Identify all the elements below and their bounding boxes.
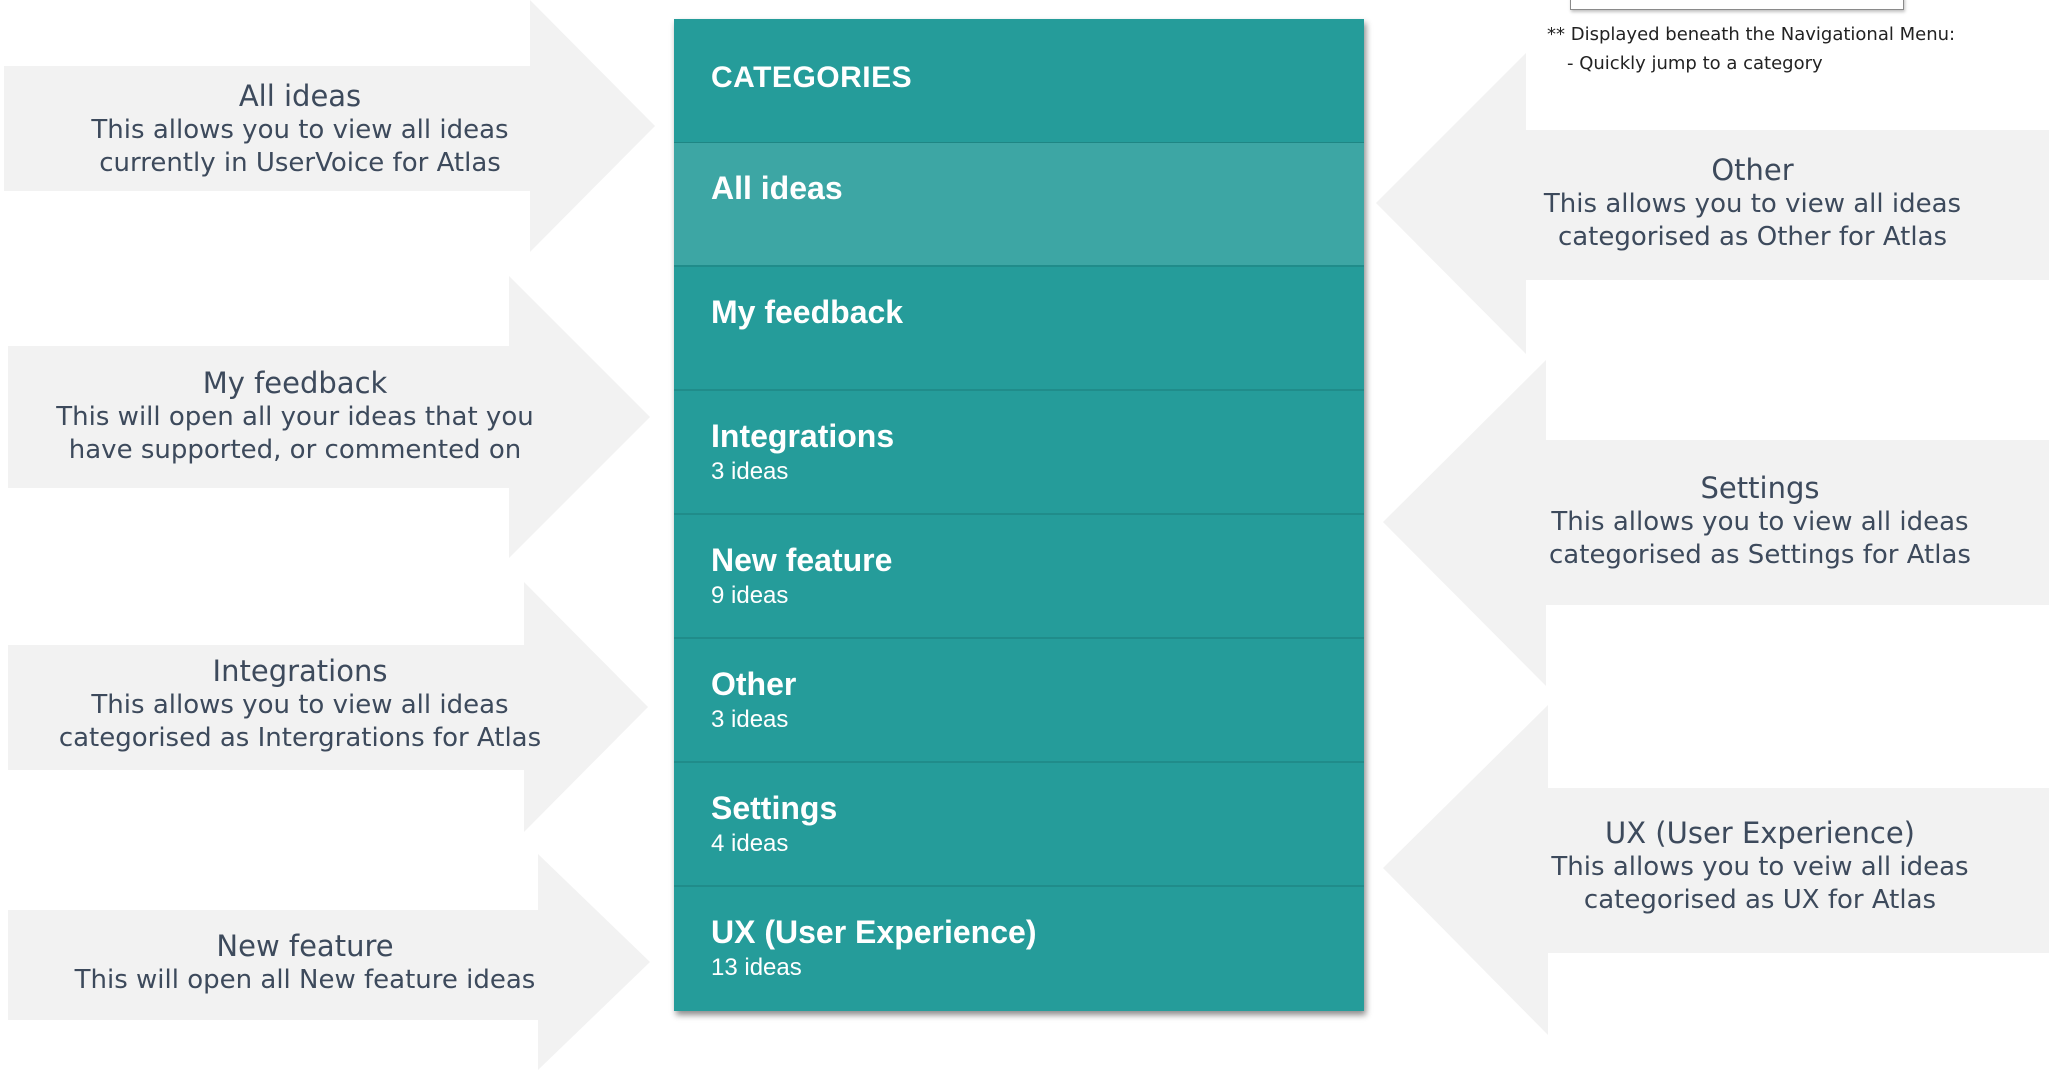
category-ux[interactable]: UX (User Experience) 13 ideas [674, 887, 1364, 1011]
callout-title: Settings [1700, 471, 1820, 505]
categories-header: CATEGORIES [674, 19, 1364, 143]
callout-new-feature: New feature This will open all New featu… [0, 854, 660, 1070]
category-count: 9 ideas [711, 582, 789, 609]
category-name: New feature [711, 542, 893, 578]
category-name: Settings [711, 790, 838, 826]
callout-title: Other [1711, 153, 1794, 187]
category-new-feature[interactable]: New feature 9 ideas [674, 515, 1364, 639]
top-frame-box [1570, 0, 1904, 10]
category-count: 13 ideas [711, 954, 802, 981]
category-name: UX (User Experience) [711, 914, 1037, 950]
callout-description: This allows you to view all ideas curren… [91, 115, 509, 178]
callout-title: New feature [216, 929, 394, 963]
category-all-ideas[interactable]: All ideas [674, 143, 1364, 267]
note-line-1: ** Displayed beneath the Navigational Me… [1547, 24, 1956, 45]
category-name: Other [711, 666, 797, 702]
category-my-feedback[interactable]: My feedback [674, 267, 1364, 391]
category-count: 4 ideas [711, 830, 789, 857]
category-count: 3 ideas [711, 706, 789, 733]
callout-description: This allows you to view all ideas catego… [58, 690, 542, 753]
category-settings[interactable]: Settings 4 ideas [674, 763, 1364, 887]
callout-title: My feedback [202, 366, 388, 400]
callout-description: This allows you to view all ideas catego… [1543, 189, 1962, 252]
category-count: 3 ideas [711, 458, 789, 485]
callout-title: All ideas [238, 79, 362, 113]
category-other[interactable]: Other 3 ideas [674, 639, 1364, 763]
callout-ux: UX (User Experience) This allows you to … [1370, 705, 2049, 1040]
category-name: My feedback [711, 294, 904, 330]
callout-my-feedback: My feedback This will open all your idea… [0, 276, 660, 566]
category-name: Integrations [711, 418, 895, 454]
callout-description: This will open all New feature ideas [74, 965, 536, 995]
callout-description: This will open all your ideas that you h… [56, 402, 534, 465]
category-integrations[interactable]: Integrations 3 ideas [674, 391, 1364, 515]
categories-panel: CATEGORIES All ideas My feedback Integra… [674, 19, 1364, 1011]
category-name: All ideas [711, 170, 843, 206]
callout-all-ideas: All ideas This allows you to view all id… [0, 0, 660, 260]
callout-title: UX (User Experience) [1605, 816, 1915, 850]
callout-description: This allows you to veiw all ideas catego… [1551, 852, 1969, 915]
callout-integrations: Integrations This allows you to view all… [0, 582, 660, 838]
callout-other: Other This allows you to view all ideas … [1370, 50, 2049, 360]
callout-description: This allows you to view all ideas catego… [1549, 507, 1971, 570]
callout-title: Integrations [212, 654, 388, 688]
callout-settings: Settings This allows you to view all ide… [1370, 360, 2049, 690]
